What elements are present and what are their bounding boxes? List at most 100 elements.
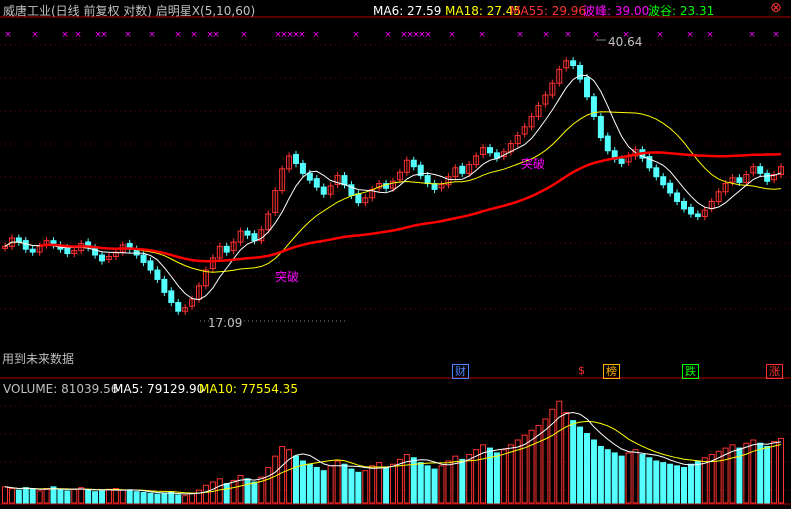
ma55-line <box>39 151 782 263</box>
volume-bar <box>265 466 272 504</box>
candle-body <box>22 240 29 250</box>
volume-bar <box>590 439 597 504</box>
volume-bar <box>445 460 452 504</box>
peak-marker: × <box>448 30 456 40</box>
high-price-label: 40.64 <box>608 35 643 49</box>
volume-bar <box>140 492 147 504</box>
low-price-label: 17.09 <box>208 316 243 330</box>
candle-body <box>687 206 694 215</box>
peak-marker: × <box>74 30 82 40</box>
volume-bar <box>216 478 223 504</box>
volume-bar <box>681 466 687 504</box>
candle-body <box>15 237 22 243</box>
volume-bar <box>313 466 320 504</box>
volume-bar <box>105 488 112 504</box>
chart-canvas[interactable]: × × × × ×× × × × × ×× × ××××× × × × ××××× × × × × × × × × × × × × <box>0 0 791 505</box>
volume-bar <box>147 492 154 504</box>
peak-marker: × <box>4 30 12 40</box>
candle-body <box>244 230 251 236</box>
volume-bar <box>570 420 577 504</box>
marker-zhang[interactable]: 涨 <box>766 364 783 379</box>
volume-bar <box>500 449 507 504</box>
volume-bar <box>778 437 784 504</box>
peak-marker: × <box>564 30 572 40</box>
volume-bar <box>639 454 646 504</box>
volume-bar <box>757 442 764 504</box>
peak-marker: × <box>312 30 320 40</box>
marker-cai[interactable]: 财 <box>452 364 469 379</box>
candle-body <box>757 166 764 174</box>
breakout-label-1: 突破 <box>275 270 300 284</box>
volume-bar <box>202 484 209 504</box>
volume-bar <box>674 465 681 504</box>
volume-bar <box>223 483 230 504</box>
peak-marker: × <box>31 30 39 40</box>
volume-bar <box>279 445 286 504</box>
candle-body <box>168 290 175 304</box>
candle-body <box>424 175 431 185</box>
volume-bar <box>625 452 632 504</box>
volume-bar <box>750 439 757 504</box>
volume-bar <box>743 442 750 504</box>
volume-bar <box>355 471 362 504</box>
peak-marker: × <box>124 30 132 40</box>
candle-body <box>99 254 105 262</box>
volume-bar <box>771 441 778 504</box>
volume-bar <box>507 444 514 504</box>
volume-bar <box>293 455 299 504</box>
volume-bar <box>2 486 8 504</box>
volume-bar <box>306 463 313 504</box>
candle-body <box>410 159 417 168</box>
peak-marker: × <box>686 30 694 40</box>
candle-body <box>694 213 701 218</box>
peak-marker: × <box>478 30 486 40</box>
volume-bar <box>660 462 667 504</box>
volume-bar <box>729 444 736 504</box>
volume-bar <box>230 479 237 504</box>
candle-body <box>29 248 36 253</box>
candle-body <box>154 269 161 280</box>
marker-dollar[interactable]: $ <box>576 364 587 377</box>
peak-marker: × <box>61 30 69 40</box>
volume-bar <box>424 465 431 504</box>
volume-bar <box>286 449 293 504</box>
candle-body <box>584 77 590 98</box>
volume-bar <box>417 462 424 504</box>
volume-bar <box>189 492 196 504</box>
candle-body <box>577 64 584 80</box>
candle-body <box>660 176 667 186</box>
marker-die[interactable]: 跌 <box>682 364 699 379</box>
future-data-label: 用到未来数据 <box>2 352 75 366</box>
volume-bar <box>8 487 15 504</box>
volume-bar <box>251 481 258 504</box>
peak-marker: × <box>352 30 360 40</box>
volume-bar <box>22 487 29 504</box>
volume-bar <box>618 455 625 504</box>
candle-body <box>570 60 577 66</box>
candle-body <box>92 247 99 256</box>
candle-body <box>618 158 625 164</box>
close-icon[interactable]: ⊗ <box>770 1 782 15</box>
candle-body <box>306 172 313 181</box>
volume-bar <box>272 455 279 504</box>
ma6-value: MA6: 27.59 <box>373 4 442 18</box>
candle-body <box>459 165 466 174</box>
peak-marker: × <box>212 30 220 40</box>
volume-bar <box>390 463 396 504</box>
volume-bar <box>119 489 126 504</box>
volume-bar <box>175 494 182 504</box>
volume-bar <box>161 492 168 504</box>
volume-bar <box>473 449 480 504</box>
volume-bar <box>667 463 674 504</box>
peak-marker: × <box>240 30 248 40</box>
volume-value: VOLUME: 81039.56 <box>3 382 119 396</box>
peak-marker: × <box>772 30 780 40</box>
volume-bar <box>431 468 438 504</box>
candle-body <box>667 182 674 194</box>
candle-body <box>674 192 681 202</box>
marker-bang[interactable]: 榜 <box>603 364 620 379</box>
volume-bar <box>493 452 500 504</box>
volume-bar <box>126 490 133 504</box>
volume-bar <box>722 447 729 504</box>
candle-body <box>140 254 147 263</box>
